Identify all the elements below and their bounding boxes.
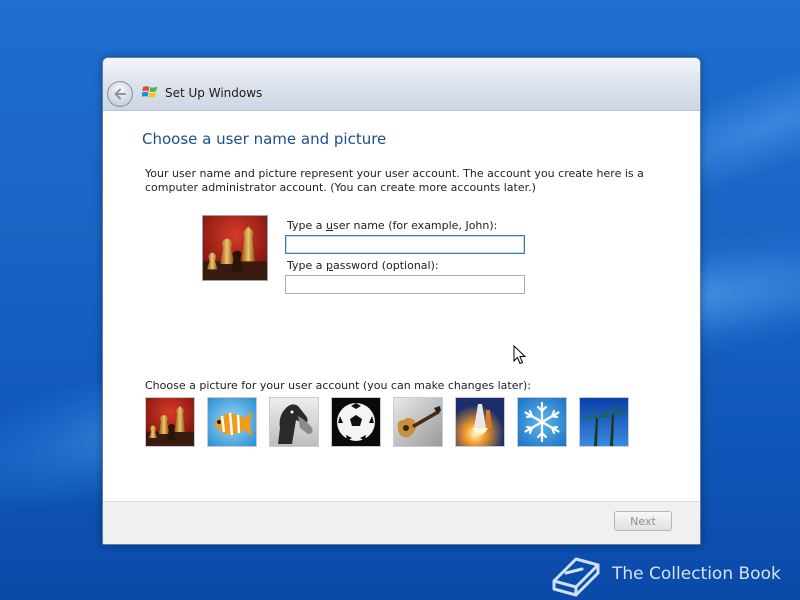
setup-window: Set Up Windows Choose a user name and pi…	[102, 57, 701, 545]
picture-chooser-label: Choose a picture for your user account (…	[145, 379, 531, 392]
password-label-post: assword (optional):	[332, 259, 439, 272]
picture-option-chess[interactable]	[145, 397, 195, 447]
book-icon	[552, 557, 600, 597]
password-label: Type a password (optional):	[287, 259, 439, 272]
current-user-picture	[202, 215, 268, 281]
username-label-key: u	[326, 219, 333, 232]
watermark: The Collection Book	[548, 551, 798, 597]
username-input[interactable]	[285, 235, 525, 254]
username-label-pre: Type a	[287, 219, 326, 232]
page-title: Choose a user name and picture	[142, 130, 387, 148]
picture-option-horse[interactable]	[269, 397, 319, 447]
snowflake-picture	[518, 398, 566, 446]
fish-picture	[208, 398, 256, 446]
password-input[interactable]	[285, 275, 525, 294]
footer-bar: Next	[103, 501, 700, 544]
username-label: Type a user name (for example, John):	[287, 219, 497, 232]
picture-option-guitar[interactable]	[393, 397, 443, 447]
back-button[interactable]	[107, 81, 133, 107]
page-description: Your user name and picture represent you…	[145, 167, 644, 194]
watermark-text: The Collection Book	[612, 564, 781, 584]
picture-option-palm-trees[interactable]	[579, 397, 629, 447]
password-label-pre: Type a	[287, 259, 326, 272]
username-label-post: ser name (for example, John):	[332, 219, 498, 232]
picture-option-soccer-ball[interactable]	[331, 397, 381, 447]
chess-picture	[203, 216, 267, 280]
guitar-picture	[394, 398, 442, 446]
content-area: Choose a user name and picture Your user…	[103, 111, 700, 501]
next-button[interactable]: Next	[614, 511, 672, 531]
title-bar: Set Up Windows	[103, 58, 700, 111]
windows-logo-icon	[142, 86, 157, 98]
mouse-pointer-icon	[513, 345, 526, 365]
picture-option-space-shuttle[interactable]	[455, 397, 505, 447]
space-shuttle-picture	[456, 398, 504, 446]
horse-picture	[270, 398, 318, 446]
picture-option-snowflake[interactable]	[517, 397, 567, 447]
window-title: Set Up Windows	[165, 86, 263, 100]
soccer-ball-picture	[332, 398, 380, 446]
picture-option-fish[interactable]	[207, 397, 257, 447]
back-arrow-icon	[114, 88, 126, 100]
chess-picture	[146, 398, 194, 446]
password-label-key: p	[326, 259, 333, 272]
palm-trees-picture	[580, 398, 628, 446]
